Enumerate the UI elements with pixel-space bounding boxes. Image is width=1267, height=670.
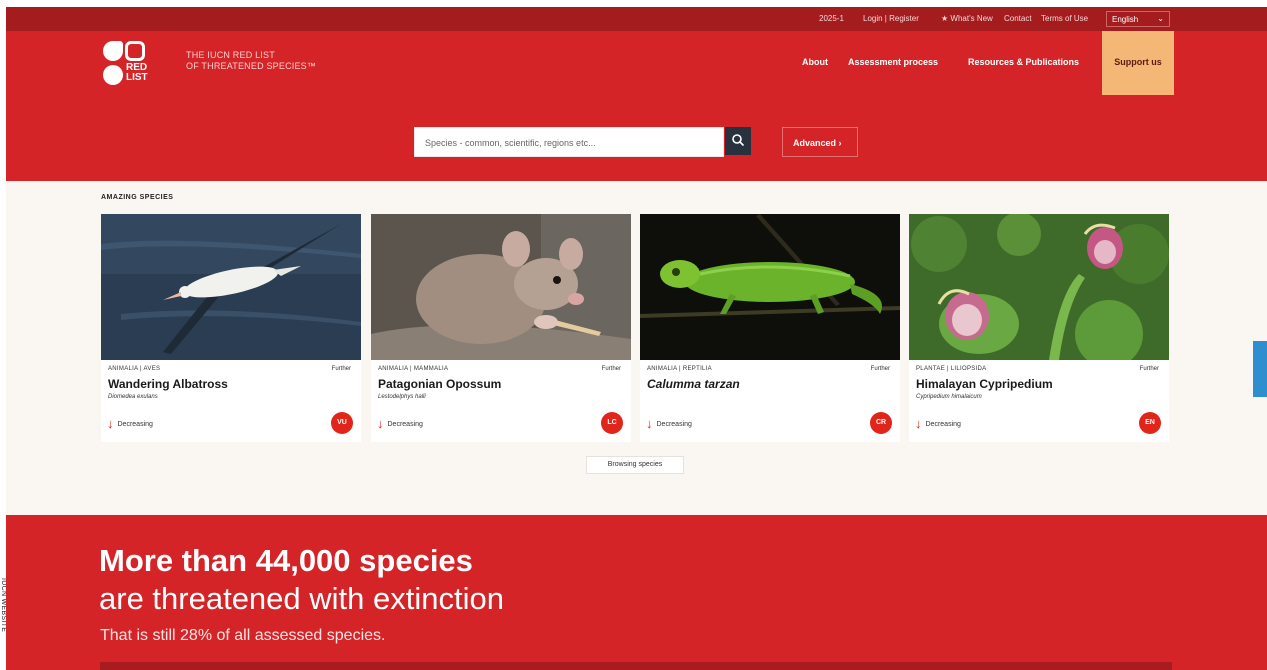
feedback-tab[interactable] (1253, 341, 1267, 397)
species-photo (371, 214, 631, 360)
banner-divider (100, 662, 1172, 670)
species-common-name[interactable]: Patagonian Opossum (378, 377, 501, 391)
arrow-down-icon: ↓ (646, 416, 653, 431)
species-common-name[interactable]: Wandering Albatross (108, 377, 228, 391)
species-scientific-name: Cypripedium himalaicum (916, 394, 982, 400)
site-header: RED LIST THE IUCN RED LIST OF THREATENED… (6, 31, 1267, 181)
browser-viewport: 2025-1 Login | Register ★ What's New Con… (6, 7, 1267, 670)
search-placeholder: Species - common, scientific, regions et… (425, 138, 596, 148)
species-scientific-name: Lestodelphys halli (378, 394, 426, 400)
further-link[interactable]: Further (332, 366, 351, 372)
chevron-right-icon: › (838, 138, 842, 148)
terms-link[interactable]: Terms of Use (1041, 14, 1088, 23)
nav-assessment-process[interactable]: Assessment process (848, 57, 938, 67)
section-label: AMAZING SPECIES (101, 194, 174, 201)
whats-new-link[interactable]: ★ What's New (941, 14, 993, 23)
species-photo (101, 214, 361, 360)
species-card[interactable]: ANIMALIA | AVES Further Wandering Albatr… (101, 214, 361, 442)
nav-about[interactable]: About (802, 57, 828, 67)
status-badge: CR (870, 412, 892, 434)
species-common-name[interactable]: Calumma tarzan (647, 377, 740, 391)
threat-banner: More than 44,000 species are threatened … (6, 515, 1267, 670)
further-link[interactable]: Further (871, 366, 890, 372)
species-card[interactable]: PLANTAE | LILIOPSIDA Further Himalayan C… (909, 214, 1169, 442)
population-trend: ↓ Decreasing (646, 416, 692, 431)
search-icon (732, 134, 745, 147)
site-tagline: THE IUCN RED LIST OF THREATENED SPECIES™ (186, 50, 317, 71)
banner-headline: More than 44,000 species (99, 543, 473, 578)
contact-link[interactable]: Contact (1004, 14, 1032, 23)
utility-bar: 2025-1 Login | Register ★ What's New Con… (6, 7, 1267, 31)
species-card[interactable]: ANIMALIA | MAMMALIA Further Patagonian O… (371, 214, 631, 442)
arrow-down-icon: ↓ (107, 416, 114, 431)
language-select[interactable]: English ⌄ (1106, 11, 1170, 27)
further-link[interactable]: Further (602, 366, 621, 372)
species-photo (909, 214, 1169, 360)
status-badge: EN (1139, 412, 1161, 434)
version-link[interactable]: 2025-1 (819, 14, 844, 23)
population-trend: ↓ Decreasing (915, 416, 961, 431)
species-common-name[interactable]: Himalayan Cypripedium (916, 377, 1053, 391)
logo-text: RED LIST (126, 62, 148, 83)
species-group: PLANTAE | LILIOPSIDA (916, 366, 987, 372)
status-badge: VU (331, 412, 353, 434)
advanced-search-button[interactable]: Advanced › (782, 127, 858, 157)
logo-shape (103, 65, 123, 85)
further-link[interactable]: Further (1140, 366, 1159, 372)
logo-shape (103, 41, 123, 61)
population-trend: ↓ Decreasing (377, 416, 423, 431)
species-group: ANIMALIA | MAMMALIA (378, 366, 449, 372)
logo-shape (125, 41, 145, 61)
status-badge: LC (601, 412, 623, 434)
species-scientific-name: Diomedea exulans (108, 394, 158, 400)
banner-note: That is still 28% of all assessed specie… (100, 627, 386, 644)
species-card[interactable]: ANIMALIA | REPTILIA Further Calumma tarz… (640, 214, 900, 442)
search-input[interactable]: Species - common, scientific, regions et… (414, 127, 724, 157)
chevron-down-icon: ⌄ (1157, 14, 1164, 23)
species-photo (640, 214, 900, 360)
browse-species-button[interactable]: Browsing species (586, 456, 684, 474)
banner-subheadline: are threatened with extinction (99, 581, 504, 616)
language-value: English (1112, 15, 1139, 24)
nav-resources-publications[interactable]: Resources & Publications (968, 57, 1079, 67)
arrow-down-icon: ↓ (915, 416, 922, 431)
support-us-button[interactable]: Support us (1102, 31, 1174, 95)
search-button[interactable] (725, 127, 751, 155)
red-list-logo[interactable]: RED LIST (101, 41, 157, 89)
arrow-down-icon: ↓ (377, 416, 384, 431)
login-register-link[interactable]: Login | Register (863, 14, 919, 23)
population-trend: ↓ Decreasing (107, 416, 153, 431)
species-group: ANIMALIA | AVES (108, 366, 161, 372)
species-group: ANIMALIA | REPTILIA (647, 366, 712, 372)
